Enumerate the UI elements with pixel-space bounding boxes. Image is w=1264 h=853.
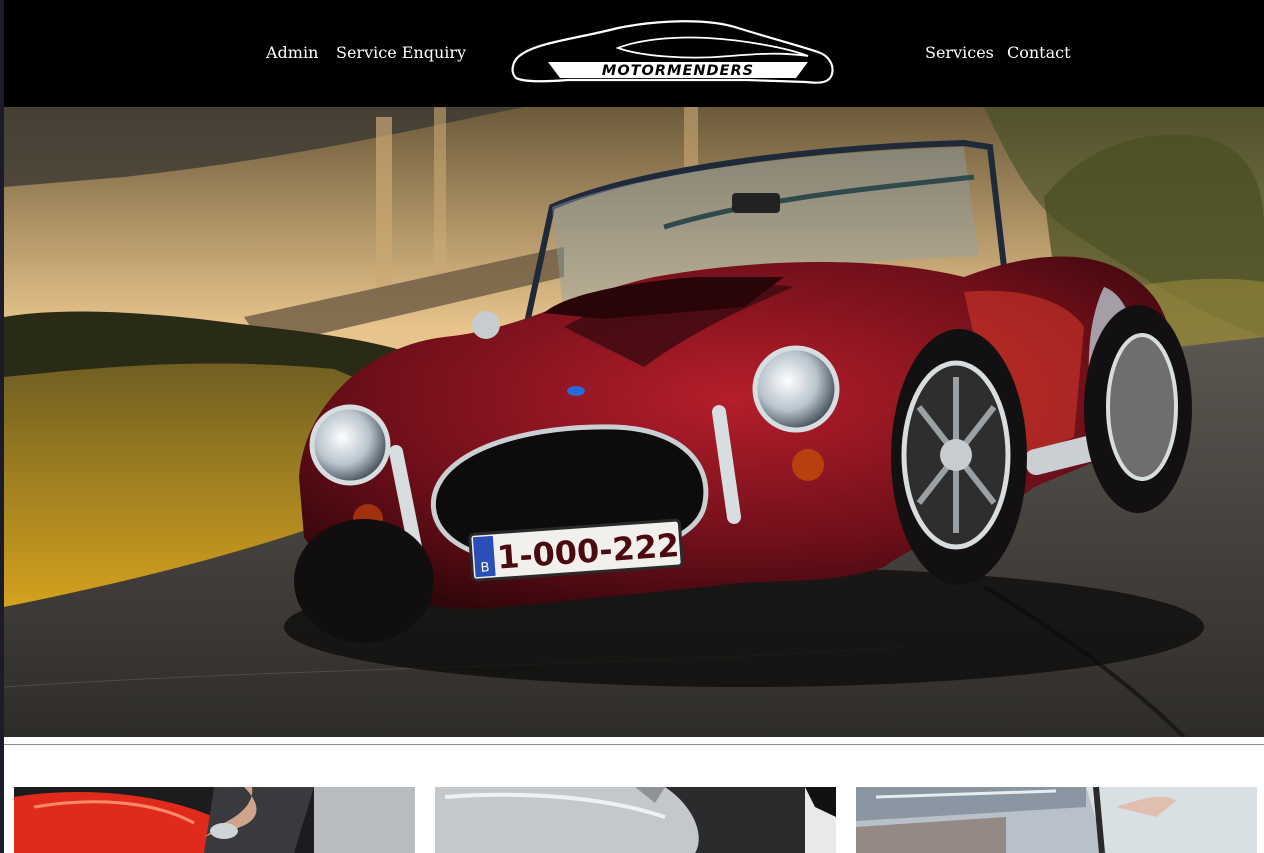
plate-country: B: [480, 560, 490, 576]
service-card-polishing[interactable]: [14, 787, 415, 853]
nav-link-contact[interactable]: Contact: [1007, 43, 1071, 62]
service-card-bodywork[interactable]: [435, 787, 836, 853]
workshop-technician-image: [856, 787, 1257, 853]
hero-banner: B 1-000-222: [4, 107, 1264, 737]
nav-link-services[interactable]: Services: [925, 43, 994, 62]
nav-link-admin[interactable]: Admin: [266, 43, 318, 62]
nav-link-service-enquiry[interactable]: Service Enquiry: [336, 43, 466, 62]
hero-car-image: B 1-000-222: [4, 107, 1264, 737]
motormenders-logo[interactable]: MOTORMENDERS: [508, 18, 836, 88]
navbar: Admin Service Enquiry MOTORMENDERS Servi…: [4, 0, 1264, 107]
red-car-polishing-image: [14, 787, 415, 853]
service-card-workshop[interactable]: [856, 787, 1257, 853]
section-divider: [4, 744, 1264, 745]
logo-text: MOTORMENDERS: [602, 63, 754, 79]
silver-car-bonnet-image: [435, 787, 836, 853]
